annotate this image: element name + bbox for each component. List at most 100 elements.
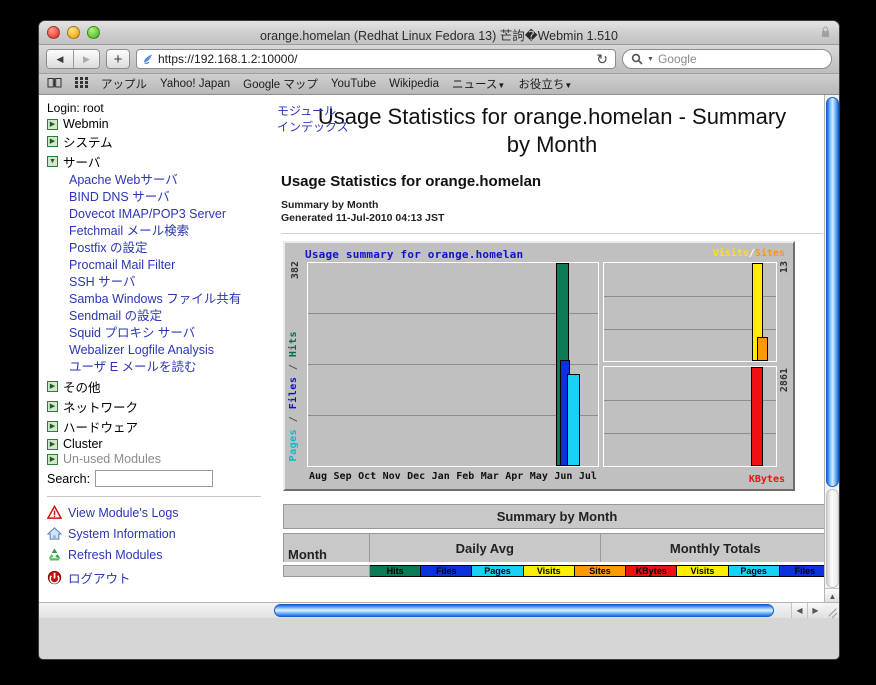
sidebar-category-label: ネットワーク <box>63 397 138 416</box>
sidebar-category-hardware[interactable]: ▶ ハードウェア <box>47 417 269 436</box>
summary-table-color-headers: Hits Files Pages Visits Sites KBytes Vis… <box>283 565 831 577</box>
colorcell-monthly-pages: Pages <box>729 565 780 577</box>
sidebar-module-ssh[interactable]: SSH サーバ <box>69 274 269 291</box>
scroll-right-button[interactable]: ▶ <box>807 603 823 618</box>
expand-arrow-icon: ▶ <box>47 381 58 392</box>
sidebar-category-webmin[interactable]: ▶ Webmin <box>47 117 269 131</box>
page-horizontal-scrollbar[interactable]: ◀ ▶ <box>39 602 839 618</box>
chart-bar-pages <box>567 374 580 466</box>
scroll-left-button[interactable]: ◀ <box>791 603 807 618</box>
reload-icon[interactable]: ↻ <box>593 52 611 66</box>
sidebar-category-network[interactable]: ▶ ネットワーク <box>47 397 269 416</box>
sidebar-category-cluster[interactable]: ▶ Cluster <box>47 437 269 451</box>
webmin-favicon-icon <box>142 53 155 66</box>
warning-triangle-icon <box>47 505 62 520</box>
window-title-bar[interactable]: orange.homelan (Redhat Linux Fedora 13) … <box>39 21 839 45</box>
address-bar[interactable]: https://192.168.1.2:10000/ ↻ <box>136 49 616 69</box>
back-button[interactable]: ◀ <box>47 50 73 68</box>
sidebar-action-logout[interactable]: ログアウト <box>47 568 269 587</box>
report-generated: Generated 11-Jul-2010 04:13 JST <box>281 212 444 224</box>
vertical-scrollbar-thumb[interactable] <box>826 97 839 487</box>
horizontal-scrollbar-thumb[interactable] <box>274 604 774 617</box>
module-index-link[interactable]: モジュール インデックス <box>277 103 349 135</box>
chart-plot-kbytes <box>603 366 777 467</box>
desktop-background: orange.homelan (Redhat Linux Fedora 13) … <box>0 0 876 685</box>
sidebar-category-servers[interactable]: ▼ サーバ <box>47 152 269 171</box>
bookmark-apple[interactable]: アップル <box>101 76 147 92</box>
sidebar-action-system-information[interactable]: System Information <box>47 526 269 541</box>
sidebar-category-unused-modules[interactable]: ▶ Un-used Modules <box>47 452 269 466</box>
sidebar-action-label[interactable]: System Information <box>68 527 176 541</box>
report-title: Usage Statistics for orange.homelan <box>281 173 829 190</box>
chart-ylabel-main: Pages / Files / Hits <box>288 331 299 461</box>
colorcell-daily-pages: Pages <box>472 565 523 577</box>
bookmark-useful[interactable]: お役立ち▼ <box>518 76 572 92</box>
column-header-month: Month <box>284 534 370 562</box>
sidebar-module-squid[interactable]: Squid プロキシ サーバ <box>69 325 269 342</box>
module-index-line1: モジュール <box>277 104 336 118</box>
sidebar-module-webalizer[interactable]: Webalizer Logfile Analysis <box>69 342 269 359</box>
top-sites-icon[interactable] <box>75 77 88 91</box>
chart-legend-kbytes: KBytes <box>749 474 785 485</box>
sidebar-module-postfix[interactable]: Postfix の設定 <box>69 240 269 257</box>
sidebar-action-refresh-modules[interactable]: Refresh Modules <box>47 547 269 562</box>
sidebar-module-read-user-mail[interactable]: ユーザ E メールを読む <box>69 359 269 376</box>
forward-button[interactable]: ▶ <box>73 50 99 68</box>
vertical-scrollbar-track[interactable] <box>826 489 839 588</box>
sidebar-module-dovecot[interactable]: Dovecot IMAP/POP3 Server <box>69 206 269 223</box>
sidebar-module-fetchmail[interactable]: Fetchmail メール検索 <box>69 223 269 240</box>
sidebar-module-bind-dns[interactable]: BIND DNS サーバ <box>69 189 269 206</box>
expand-arrow-icon: ▶ <box>47 439 58 450</box>
webmin-sidebar: Login: root ▶ Webmin ▶ システム ▼ サーバ Apache… <box>39 95 269 618</box>
sidebar-module-sendmail[interactable]: Sendmail の設定 <box>69 308 269 325</box>
sidebar-search-row: Search: <box>47 470 269 487</box>
chart-ymax-main: 382 <box>290 261 301 279</box>
bookmark-youtube[interactable]: YouTube <box>331 78 376 90</box>
sidebar-category-system[interactable]: ▶ システム <box>47 132 269 151</box>
sidebar-module-samba[interactable]: Samba Windows ファイル共有 <box>69 291 269 308</box>
sidebar-action-label[interactable]: Refresh Modules <box>68 548 163 562</box>
window-resize-grip[interactable] <box>823 603 839 618</box>
bookmarks-bar: アップル Yahoo! Japan Google マップ YouTube Wik… <box>39 74 839 95</box>
expand-arrow-icon: ▶ <box>47 401 58 412</box>
bookmark-news[interactable]: ニュース▼ <box>452 76 505 92</box>
recycle-icon <box>47 547 62 562</box>
scroll-up-button[interactable]: ▲ <box>825 588 840 603</box>
browser-window: orange.homelan (Redhat Linux Fedora 13) … <box>38 20 840 660</box>
bookmark-google-maps[interactable]: Google マップ <box>243 76 318 92</box>
sidebar-search-label: Search: <box>47 472 90 486</box>
x-tick-feb: Feb <box>456 471 474 482</box>
sidebar-module-apache[interactable]: Apache Webサーバ <box>69 172 269 189</box>
chart-title: Usage summary for orange.homelan <box>305 248 523 261</box>
summary-table-header: Month Daily Avg Monthly Totals <box>283 533 831 562</box>
bookmark-yahoo-japan[interactable]: Yahoo! Japan <box>160 78 230 90</box>
sidebar-divider <box>47 496 261 497</box>
show-all-bookmarks-icon[interactable] <box>47 77 62 91</box>
sidebar-search-input[interactable] <box>95 470 213 487</box>
sidebar-module-procmail[interactable]: Procmail Mail Filter <box>69 257 269 274</box>
expand-arrow-icon: ▶ <box>47 136 58 147</box>
sidebar-category-label: ハードウェア <box>63 417 138 436</box>
bookmark-wikipedia[interactable]: Wikipedia <box>389 78 439 90</box>
sidebar-action-label[interactable]: ログアウト <box>68 568 131 587</box>
search-dropdown-arrow-icon[interactable]: ▼ <box>647 56 654 63</box>
usage-summary-chart: Usage summary for orange.homelan Visits/… <box>283 241 795 491</box>
sidebar-category-others[interactable]: ▶ その他 <box>47 377 269 396</box>
report-divider <box>281 233 823 234</box>
browser-toolbar: ◀ ▶ + https://192.168.1.2:10000/ ↻ ▼ Goo… <box>39 45 839 74</box>
webalizer-report-panel: モジュール インデックス Usage Statistics for orange… <box>269 95 839 618</box>
x-tick-nov: Nov <box>383 471 401 482</box>
sidebar-action-label[interactable]: View Module's Logs <box>68 506 179 520</box>
page-vertical-scrollbar[interactable]: ▲ ▼ <box>824 95 839 618</box>
sidebar-action-view-logs[interactable]: View Module's Logs <box>47 505 269 520</box>
x-tick-dec: Dec <box>407 471 425 482</box>
chart-ymax-visits: 13 <box>779 261 790 273</box>
summary-by-month-table: Summary by Month Month Daily Avg Monthly… <box>283 504 831 577</box>
add-bookmark-button[interactable]: + <box>106 49 130 69</box>
sidebar-category-label: Cluster <box>63 437 103 451</box>
legend-visits-label: Visits <box>713 248 749 259</box>
module-index-line2: インデックス <box>277 120 349 134</box>
report-period: Summary by Month <box>281 199 378 211</box>
search-input[interactable]: ▼ Google <box>622 49 832 69</box>
sidebar-category-label: サーバ <box>63 152 100 171</box>
